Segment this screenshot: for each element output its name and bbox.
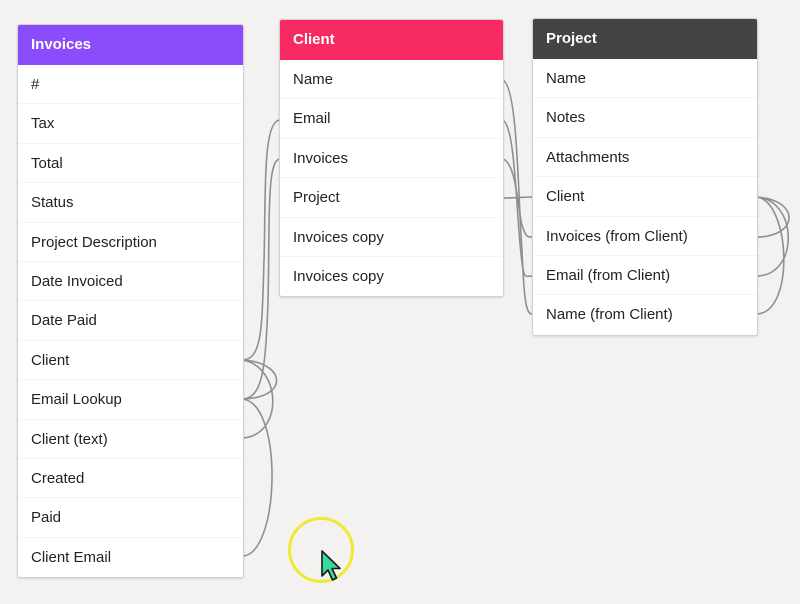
field-row[interactable]: Client — [18, 341, 243, 381]
field-row[interactable]: Invoices — [280, 139, 503, 179]
link-client-email-to-project — [501, 119, 533, 278]
field-row[interactable]: Client (text) — [18, 420, 243, 459]
field-row[interactable]: Project — [280, 178, 503, 218]
table-card-project[interactable]: Project Name Notes Attachments Client In… — [532, 18, 758, 336]
field-row[interactable]: Project Description — [18, 223, 243, 262]
link-project-client-to-email-from-client — [755, 196, 789, 277]
link-project-client-to-name-from-client — [755, 196, 785, 315]
link-project-client-to-invoices-from-client — [755, 196, 790, 238]
table-title: Project — [546, 30, 597, 47]
link-client-to-invoices-email — [241, 158, 281, 400]
table-header-invoices[interactable]: Invoices — [18, 25, 243, 65]
field-row[interactable]: Name — [533, 59, 757, 99]
field-row[interactable]: Client — [533, 177, 757, 217]
field-row[interactable]: Invoices (from Client) — [533, 217, 757, 256]
field-row[interactable]: Name — [280, 60, 503, 100]
link-client-name-to-project — [501, 79, 533, 315]
field-row[interactable]: Name (from Client) — [533, 295, 757, 334]
table-card-invoices[interactable]: Invoices # Tax Total Status Project Desc… — [17, 24, 244, 579]
field-row[interactable]: Status — [18, 183, 243, 223]
field-row[interactable]: Tax — [18, 104, 243, 144]
field-row[interactable]: Created — [18, 459, 243, 499]
link-invoices-email-lookup-to-client-email — [241, 398, 273, 557]
field-row[interactable]: Paid — [18, 498, 243, 538]
link-client-project-to-project-client — [501, 196, 533, 199]
field-row[interactable]: # — [18, 65, 243, 105]
link-invoices-client-to-email-lookup — [241, 359, 278, 400]
table-card-client[interactable]: Client Name Email Invoices Project Invoi… — [279, 19, 504, 298]
table-title: Invoices — [31, 36, 92, 53]
table-header-project[interactable]: Project — [533, 19, 757, 59]
field-row[interactable]: Invoices copy — [280, 257, 503, 296]
link-client-to-invoices-client — [241, 119, 281, 361]
field-row[interactable]: Date Paid — [18, 301, 243, 341]
table-title: Client — [293, 31, 335, 48]
field-row[interactable]: Attachments — [533, 138, 757, 178]
link-invoices-client-to-client-text — [241, 359, 274, 439]
field-row[interactable]: Email Lookup — [18, 380, 243, 420]
table-header-client[interactable]: Client — [280, 20, 503, 60]
field-row[interactable]: Date Invoiced — [18, 262, 243, 302]
field-row[interactable]: Email — [280, 99, 503, 139]
link-client-invoices-to-project — [501, 158, 533, 238]
field-row[interactable]: Invoices copy — [280, 218, 503, 257]
field-row[interactable]: Notes — [533, 98, 757, 138]
field-row[interactable]: Total — [18, 144, 243, 184]
field-row[interactable]: Email (from Client) — [533, 256, 757, 296]
mouse-pointer-icon — [321, 550, 341, 581]
field-row[interactable]: Client Email — [18, 538, 243, 577]
